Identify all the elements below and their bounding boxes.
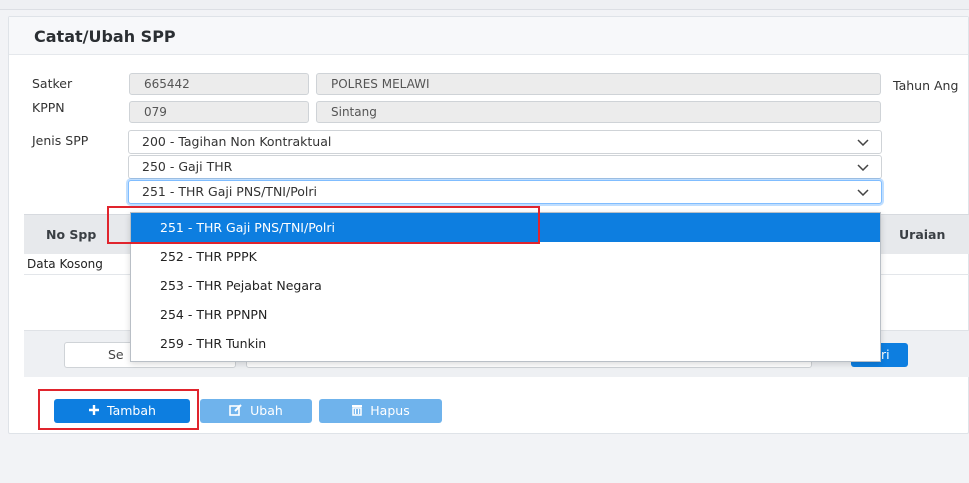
top-bar — [0, 0, 969, 10]
jenis-spp-label: Jenis SPP — [32, 133, 89, 148]
chevron-down-icon — [857, 156, 869, 171]
ubah-label: Ubah — [250, 403, 283, 418]
hapus-button[interactable]: Hapus — [319, 399, 442, 423]
chevron-down-icon — [857, 131, 869, 146]
highlight-box-option — [107, 206, 540, 244]
satker-name-field: POLRES MELAWI — [316, 73, 881, 95]
tahun-anggaran-label: Tahun Ang — [893, 78, 959, 93]
search-button-label: ri — [881, 347, 890, 362]
satker-code-field: 665442 — [129, 73, 309, 95]
dropdown-option[interactable]: 259 - THR Tunkin — [131, 329, 880, 358]
empty-text: Data Kosong — [27, 257, 103, 271]
dropdown-option[interactable]: 253 - THR Pejabat Negara — [131, 271, 880, 300]
jenis-spp-select-1[interactable]: 200 - Tagihan Non Kontraktual — [128, 130, 882, 154]
search-input-value: Se — [108, 347, 124, 362]
kppn-name-field: Sintang — [316, 101, 881, 123]
hapus-label: Hapus — [370, 403, 410, 418]
column-header-no-spp[interactable]: No Spp — [46, 227, 96, 242]
jenis-spp-select-3[interactable]: 251 - THR Gaji PNS/TNI/Polri — [128, 180, 882, 204]
satker-label: Satker — [32, 76, 73, 91]
kppn-code-field: 079 — [129, 101, 309, 123]
jenis-spp-select-2[interactable]: 250 - Gaji THR — [128, 155, 882, 179]
column-header-uraian[interactable]: Uraian — [899, 227, 945, 242]
dropdown-option[interactable]: 252 - THR PPPK — [131, 242, 880, 271]
page-footer-area — [0, 434, 969, 483]
jenis-spp-select-1-value: 200 - Tagihan Non Kontraktual — [142, 134, 332, 149]
dropdown-option[interactable]: 254 - THR PPNPN — [131, 300, 880, 329]
page-title: Catat/Ubah SPP — [34, 27, 176, 46]
kppn-label: KPPN — [32, 100, 65, 115]
card-header: Catat/Ubah SPP — [9, 17, 968, 55]
jenis-spp-select-3-value: 251 - THR Gaji PNS/TNI/Polri — [142, 184, 318, 199]
trash-icon — [351, 400, 363, 424]
ubah-button[interactable]: Ubah — [200, 399, 312, 423]
highlight-box-tambah — [38, 389, 199, 430]
jenis-spp-select-2-value: 250 - Gaji THR — [142, 159, 233, 174]
chevron-down-icon — [857, 181, 869, 196]
edit-icon — [229, 400, 243, 424]
